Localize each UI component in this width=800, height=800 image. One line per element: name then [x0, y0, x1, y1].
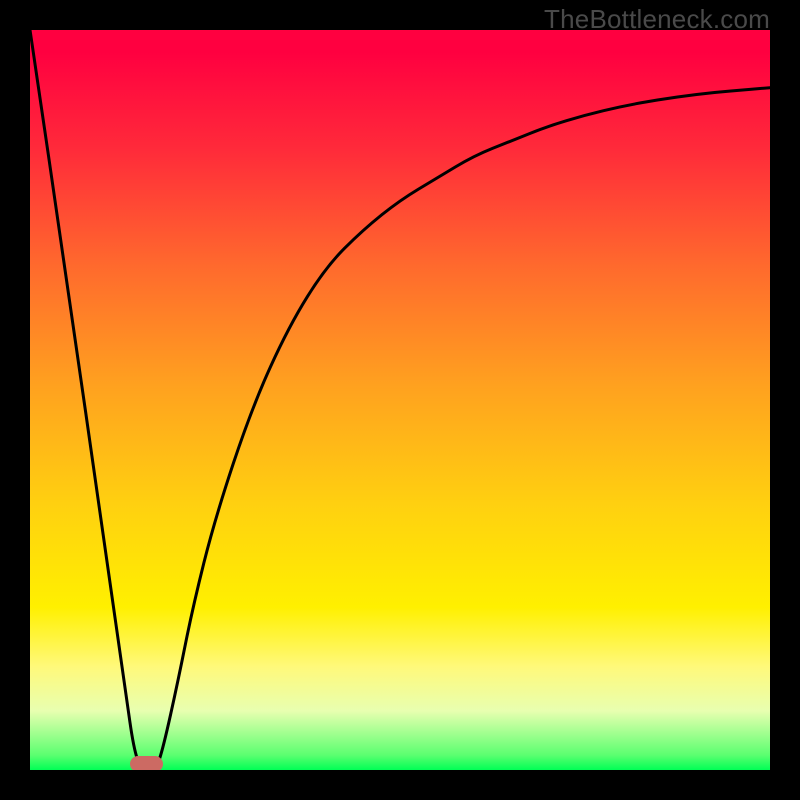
minimum-marker	[130, 756, 163, 770]
outer-frame: TheBottleneck.com	[0, 0, 800, 800]
plot-area	[30, 30, 770, 770]
bottleneck-curve	[30, 30, 770, 770]
curve-svg	[30, 30, 770, 770]
